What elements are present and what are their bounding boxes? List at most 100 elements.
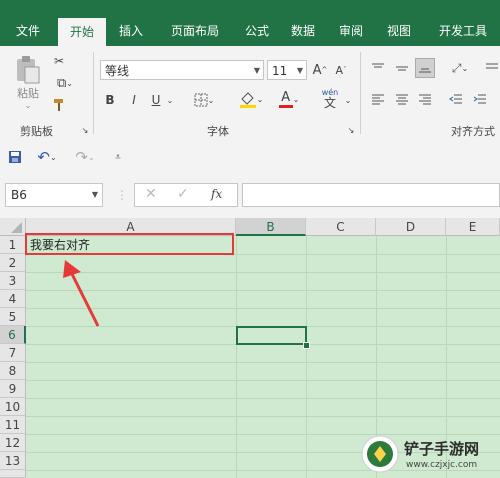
row-header[interactable]: 3 (0, 272, 26, 290)
row-header[interactable]: 7 (0, 344, 26, 362)
column-header-d[interactable]: D (376, 218, 446, 236)
italic-button[interactable]: I (126, 90, 142, 110)
align-right-icon (419, 94, 431, 105)
align-middle-icon (396, 66, 408, 71)
font-launcher-icon[interactable]: ↘ (346, 125, 356, 135)
borders-icon (194, 93, 208, 107)
redo-button[interactable]: ↷ ⌄ (72, 148, 98, 166)
separator (93, 52, 94, 134)
row-header-selected[interactable]: 6 (0, 326, 26, 344)
ribbon-home: 粘贴 ⌄ ✂ ⧉ ⌄ 剪贴板 ↘ 等线 ▼ 11 ▼ A ^ Aˇ B I U ⌄ ⌄ … (0, 46, 500, 143)
tab-file[interactable]: 文件 (0, 16, 56, 46)
column-header-e[interactable]: E (446, 218, 500, 236)
tab-data[interactable]: 数据 (282, 16, 324, 46)
column-header-c[interactable]: C (306, 218, 376, 236)
font-name-select[interactable]: 等线 ▼ (100, 60, 264, 80)
insert-function-icon[interactable]: fx (211, 187, 222, 201)
paste-label: 粘贴 (17, 86, 39, 100)
watermark-title: 铲子手游网 (404, 440, 480, 458)
wrap-text-button[interactable] (484, 58, 500, 78)
scissors-icon: ✂ (53, 54, 65, 68)
chevron-down-icon: ▼ (253, 66, 260, 75)
fill-handle[interactable] (303, 342, 310, 349)
decrease-indent-button[interactable] (446, 90, 466, 110)
increase-indent-button[interactable] (470, 90, 490, 110)
decrease-font-button[interactable]: Aˇ (333, 60, 349, 80)
annotation-arrow-icon (63, 260, 100, 327)
tab-insert[interactable]: 插入 (110, 16, 152, 46)
underline-dropdown-icon[interactable]: ⌄ (165, 90, 175, 110)
tab-formulas[interactable]: 公式 (236, 16, 278, 46)
align-middle-button[interactable] (392, 58, 412, 78)
formula-buttons: ✕ ✓ fx (134, 183, 238, 207)
font-size-value: 11 (272, 64, 288, 78)
increase-font-icon: A (312, 62, 322, 78)
row-header[interactable] (0, 470, 26, 478)
increase-font-button[interactable]: A ^ (312, 60, 328, 80)
paste-button[interactable]: 粘贴 ⌄ (10, 54, 46, 110)
tab-developer[interactable]: 开发工具 (428, 16, 498, 46)
row-header[interactable]: 1 (0, 236, 26, 254)
row-header[interactable]: 2 (0, 254, 26, 272)
row-header[interactable]: 11 (0, 416, 26, 434)
column-header-b[interactable]: B (236, 218, 306, 236)
align-top-button[interactable] (368, 58, 388, 78)
row-header[interactable]: 4 (0, 290, 26, 308)
row-header[interactable]: 10 (0, 398, 26, 416)
orientation-button[interactable]: ⤢ ⌄ (446, 58, 474, 78)
decrease-indent-icon (449, 94, 462, 104)
row-header[interactable]: 5 (0, 308, 26, 326)
format-painter-button[interactable] (50, 96, 68, 114)
phonetic-dropdown-icon[interactable]: ⌄ (343, 90, 353, 110)
copy-icon: ⧉ (57, 75, 67, 91)
borders-button[interactable]: ⌄ (190, 90, 218, 110)
bold-button[interactable]: B (102, 90, 118, 110)
gridline (26, 362, 500, 363)
decrease-font-icon: A (335, 63, 344, 77)
font-size-select[interactable]: 11 ▼ (267, 60, 307, 80)
clipboard-launcher-icon[interactable]: ↘ (80, 125, 90, 135)
tab-page-layout[interactable]: 页面布局 (158, 16, 232, 46)
select-all-corner[interactable] (0, 218, 26, 236)
fill-color-button[interactable]: ⌄ (236, 88, 266, 110)
align-top-icon (372, 63, 384, 68)
align-center-button[interactable] (392, 90, 412, 110)
formula-input[interactable] (242, 183, 500, 207)
grip-icon: ⋮ (116, 188, 128, 202)
tab-view[interactable]: 视图 (378, 16, 420, 46)
align-right-button[interactable] (415, 90, 435, 110)
align-bottom-button[interactable] (415, 58, 435, 78)
tab-review[interactable]: 审阅 (330, 16, 372, 46)
enter-icon[interactable]: ✓ (177, 186, 189, 202)
cut-button[interactable]: ✂ (50, 52, 68, 70)
paste-dropdown-icon[interactable]: ⌄ (25, 101, 32, 110)
underline-button[interactable]: U (148, 90, 164, 110)
customize-qat-icon[interactable]: ⩡ (112, 148, 124, 166)
increase-indent-icon (473, 94, 486, 104)
row-header[interactable]: 8 (0, 362, 26, 380)
phonetic-guide-button[interactable]: wén 文 (316, 86, 344, 112)
tab-home[interactable]: 开始 (58, 18, 106, 46)
separator (360, 52, 361, 134)
row-header[interactable]: 9 (0, 380, 26, 398)
align-bottom-icon (419, 68, 431, 73)
gridline (26, 380, 500, 381)
row-header[interactable]: 12 (0, 434, 26, 452)
align-left-button[interactable] (368, 90, 388, 110)
row-header[interactable]: 13 (0, 452, 26, 470)
name-box-value: B6 (11, 188, 27, 202)
chevron-down-icon[interactable]: ▼ (92, 184, 98, 206)
name-box[interactable]: B6 ▼ (5, 183, 103, 207)
text-orientation-icon: ⤢ (451, 60, 462, 75)
font-group-label: 字体 (207, 125, 229, 138)
alignment-group-label: 对齐方式 (451, 125, 495, 138)
undo-button[interactable]: ↶ ⌄ (34, 148, 60, 166)
cancel-icon[interactable]: ✕ (145, 186, 157, 202)
worksheet-grid[interactable]: A B C D E 1 2 3 4 5 6 7 8 9 10 11 12 13 … (0, 218, 500, 478)
gridline (306, 236, 307, 478)
fill-color-icon (239, 92, 256, 108)
save-button[interactable] (6, 148, 24, 166)
copy-button[interactable]: ⧉ ⌄ (50, 74, 80, 92)
font-color-button[interactable]: A ⌄ (274, 88, 304, 110)
selected-cell-b6[interactable] (236, 326, 307, 345)
